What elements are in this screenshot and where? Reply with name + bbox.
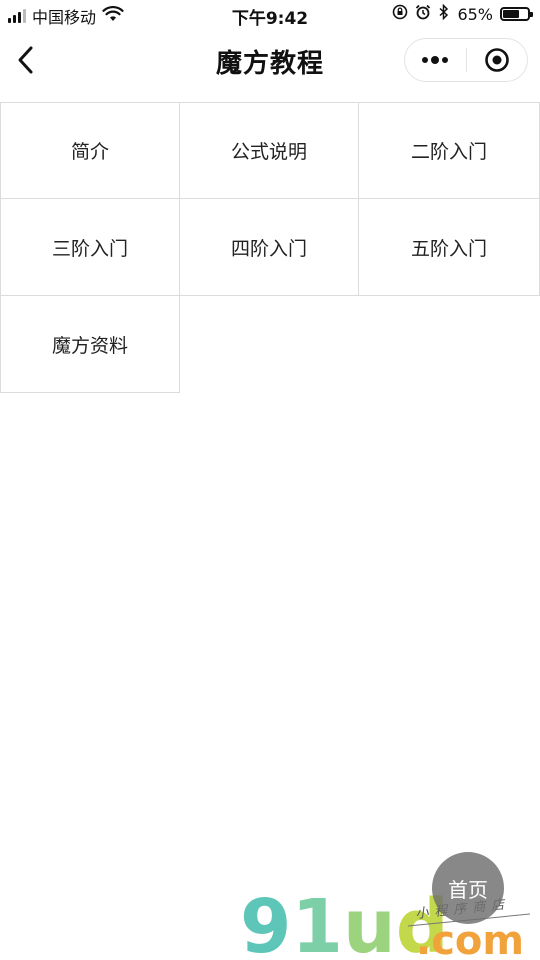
rotation-lock-icon	[392, 4, 408, 24]
menu-item-5x5[interactable]: 五阶入门	[359, 199, 540, 296]
status-bar: 中国移动 下午9:42 65%	[0, 0, 540, 30]
navigation-bar: 魔方教程	[0, 30, 540, 92]
more-dots-icon	[422, 56, 449, 64]
home-button[interactable]: 首页	[432, 852, 504, 924]
status-right: 65%	[392, 3, 533, 24]
watermark-u: u	[343, 888, 396, 960]
carrier-name: 中国移动	[32, 8, 97, 27]
watermark-one: 1	[292, 888, 344, 960]
wifi-icon	[102, 6, 124, 26]
menu-item-intro[interactable]: 简介	[0, 102, 180, 199]
target-icon	[484, 48, 509, 72]
battery-fill	[503, 10, 519, 18]
tutorial-menu-grid: 简介 公式说明 二阶入门 三阶入门 四阶入门 五阶入门 魔方资料	[0, 102, 540, 393]
close-miniprogram-button[interactable]	[467, 39, 528, 81]
bluetooth-icon	[438, 3, 450, 24]
menu-item-notation[interactable]: 公式说明	[180, 102, 359, 199]
more-button[interactable]	[405, 39, 466, 81]
menu-item-3x3[interactable]: 三阶入门	[0, 199, 180, 296]
battery-icon	[500, 7, 533, 21]
status-left: 中国移动	[8, 4, 124, 28]
menu-item-4x4[interactable]: 四阶入门	[180, 199, 359, 296]
menu-item-2x2[interactable]: 二阶入门	[359, 102, 540, 199]
signal-strength-icon	[8, 9, 26, 23]
capsule-menu	[404, 38, 528, 82]
menu-item-resources[interactable]: 魔方资料	[0, 296, 180, 393]
watermark-domain: .com	[416, 918, 524, 960]
watermark-nine: 9	[240, 888, 292, 960]
battery-percent: 65%	[457, 4, 493, 24]
alarm-icon	[415, 4, 431, 24]
